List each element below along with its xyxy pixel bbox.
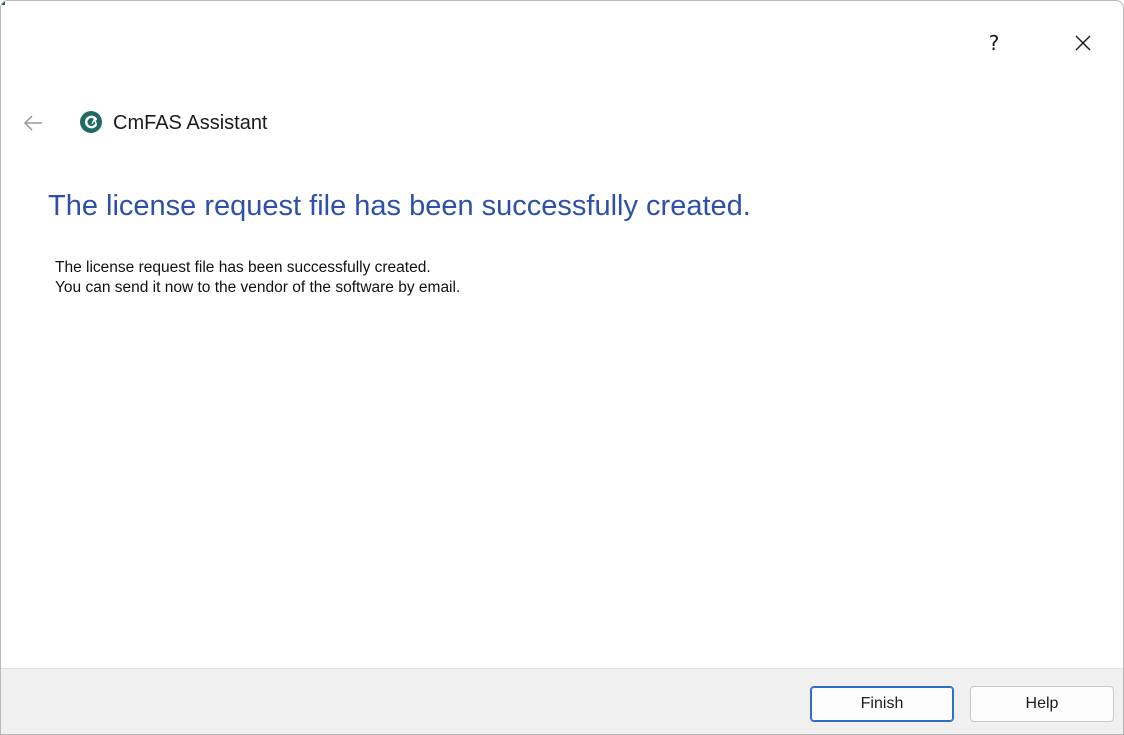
finish-button-label: Finish bbox=[860, 695, 904, 712]
body-text: The license request file has been succes… bbox=[55, 258, 460, 298]
close-icon bbox=[1075, 35, 1091, 51]
help-button[interactable]: Help bbox=[970, 686, 1114, 722]
body-line-1: The license request file has been succes… bbox=[55, 259, 431, 276]
button-bar: Finish Help bbox=[1, 668, 1123, 734]
wizard-nav: CmFAS Assistant bbox=[1, 101, 1123, 145]
back-button[interactable] bbox=[17, 107, 49, 139]
help-title-button[interactable]: ? bbox=[974, 23, 1014, 63]
body-line-2: You can send it now to the vendor of the… bbox=[55, 279, 461, 296]
arrow-left-icon bbox=[23, 115, 42, 131]
app-title: CmFAS Assistant bbox=[113, 112, 268, 134]
finish-button[interactable]: Finish bbox=[810, 686, 954, 722]
help-button-label: Help bbox=[1025, 695, 1059, 712]
help-title-label: ? bbox=[988, 31, 1000, 55]
cmfas-logo-icon bbox=[80, 111, 102, 133]
wizard-window: ? CmFAS Assistant The license request fi… bbox=[0, 0, 1124, 735]
title-bar: ? bbox=[1, 1, 1123, 89]
close-button[interactable] bbox=[1063, 23, 1103, 63]
page-heading: The license request file has been succes… bbox=[48, 190, 751, 222]
